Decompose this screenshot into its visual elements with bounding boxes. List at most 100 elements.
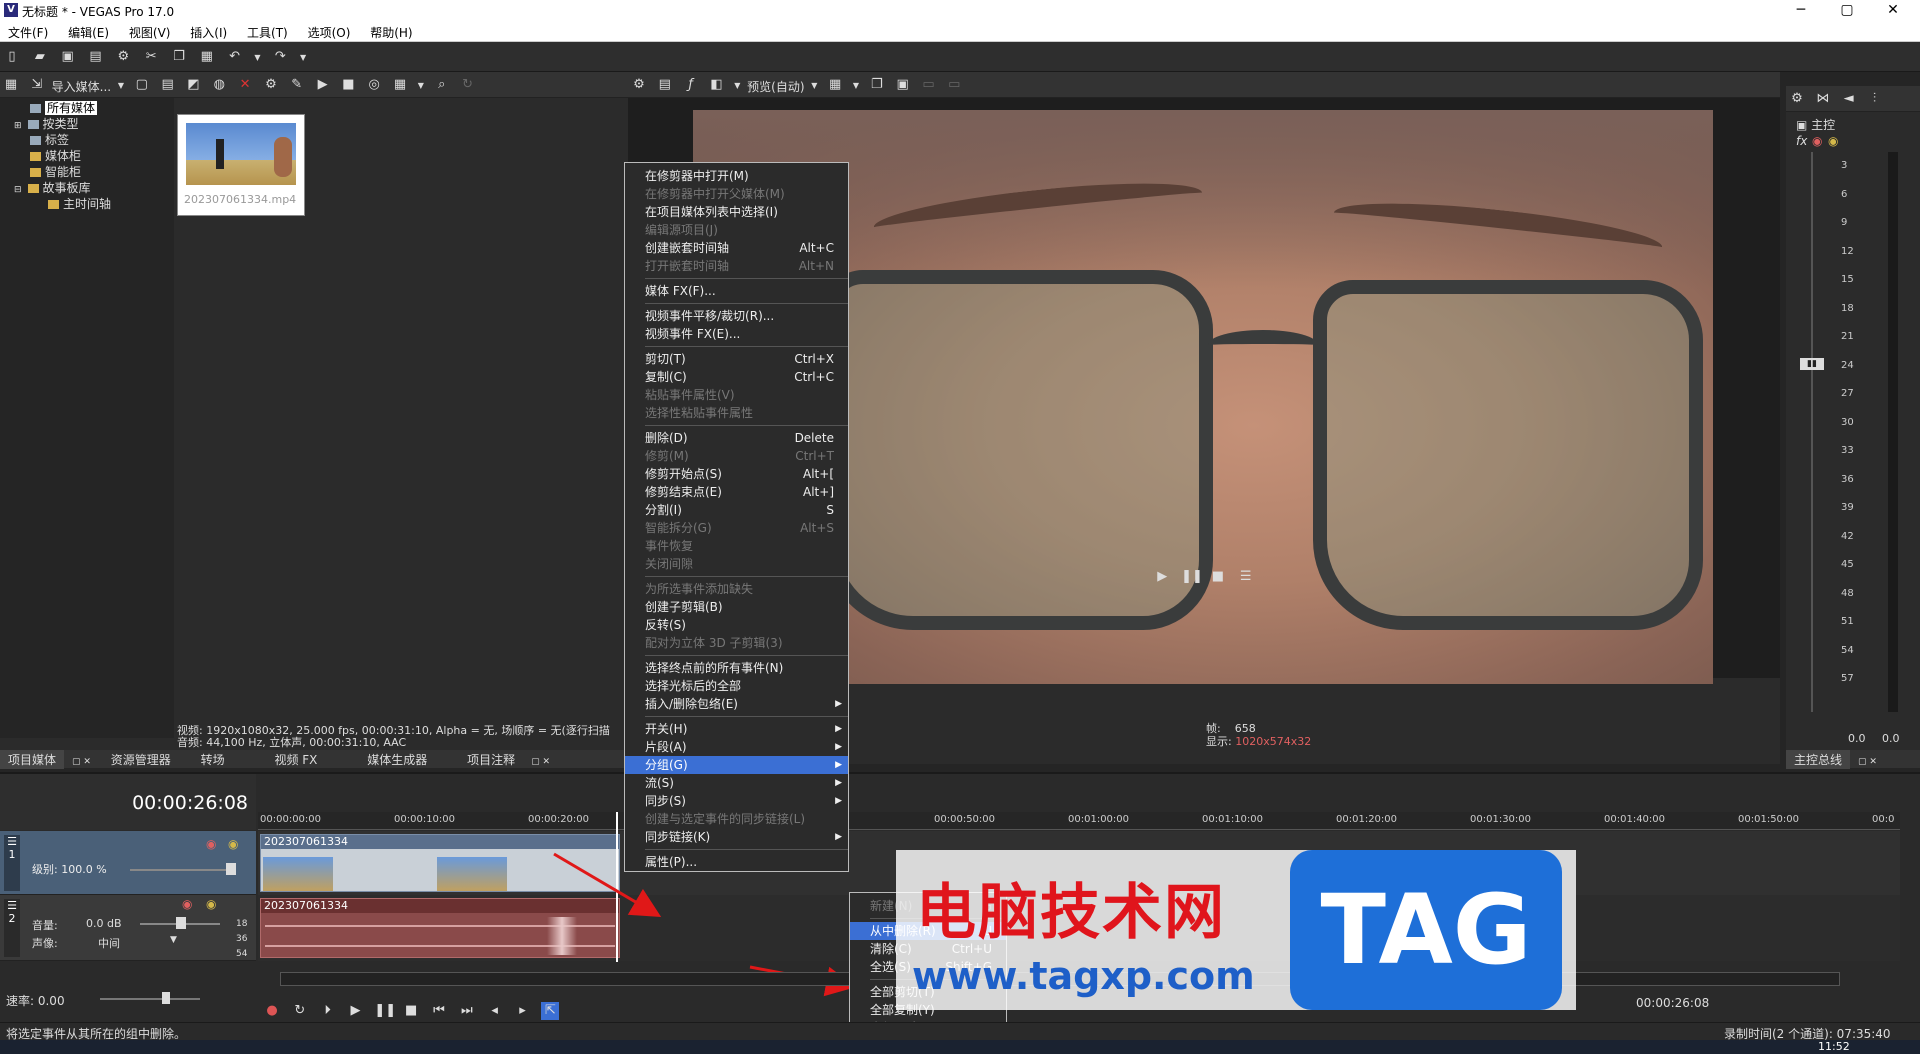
tree-item-tags[interactable]: 标签 bbox=[0, 132, 174, 148]
context-menu-item-10[interactable]: 视频事件 FX(E)... bbox=[625, 325, 848, 343]
audio-volume-handle[interactable] bbox=[176, 917, 186, 929]
master-settings-icon[interactable]: ⚙ bbox=[1788, 90, 1806, 108]
context-menu-item-31[interactable]: 选择终点前的所有事件(N) bbox=[625, 659, 848, 677]
notes-tab-close-icon[interactable]: ▢ ✕ bbox=[523, 756, 558, 768]
menu-edit[interactable]: 编辑(E) bbox=[60, 22, 117, 43]
audio-pan-handle[interactable]: ▼ bbox=[170, 935, 177, 945]
redo-icon[interactable]: ↷ bbox=[271, 48, 289, 66]
zoom-icon[interactable]: ⌕ bbox=[433, 76, 451, 94]
rate-slider[interactable] bbox=[100, 998, 200, 1000]
record-icon[interactable]: ● bbox=[263, 1002, 281, 1020]
context-menu-item-21[interactable]: 分割(I) S bbox=[625, 501, 848, 519]
paste-icon[interactable]: ▦ bbox=[198, 48, 216, 66]
play-preview-icon[interactable]: ▶ bbox=[314, 76, 332, 94]
copy-icon[interactable]: ❐ bbox=[170, 48, 188, 66]
tree-item-smart-bins[interactable]: 智能柜 bbox=[0, 164, 174, 180]
stop-icon[interactable]: ■ bbox=[402, 1002, 420, 1020]
tree-item-media-bins[interactable]: 媒体柜 bbox=[0, 148, 174, 164]
master-solo-icon[interactable]: ◉ bbox=[1828, 134, 1838, 148]
video-track-number[interactable]: ☰ 1 bbox=[4, 835, 20, 891]
preview-fx-icon[interactable]: ƒ bbox=[682, 76, 700, 94]
go-end-icon[interactable]: ⏭ bbox=[458, 1002, 476, 1020]
media-thumbnail[interactable]: 202307061334.mp4 bbox=[177, 114, 305, 216]
tree-item-main-timeline[interactable]: 主时间轴 bbox=[0, 196, 174, 212]
context-menu-item-4[interactable]: 创建嵌套时间轴 Alt+C bbox=[625, 239, 848, 257]
pause-icon[interactable]: ❚❚ bbox=[374, 1002, 396, 1020]
video-solo-icon[interactable]: ◉ bbox=[228, 837, 238, 851]
save-snapshot-icon[interactable]: ▣ bbox=[894, 76, 912, 94]
prev-frame-icon[interactable]: ◂ bbox=[486, 1002, 504, 1020]
settings-gear-icon[interactable]: ⚙ bbox=[114, 48, 132, 66]
view-mode-icon[interactable]: ▦ bbox=[391, 76, 409, 94]
maximize-button[interactable]: ▢ bbox=[1824, 0, 1870, 22]
context-menu-item-36[interactable]: 片段(A) ▶ bbox=[625, 738, 848, 756]
next-frame-icon[interactable]: ▸ bbox=[513, 1002, 531, 1020]
context-menu-item-38[interactable]: 流(S) ▶ bbox=[625, 774, 848, 792]
tab-pin-icon[interactable]: ▢ ✕ bbox=[64, 756, 99, 768]
close-button[interactable]: ✕ bbox=[1870, 0, 1916, 22]
master-mute-icon[interactable]: ◉ bbox=[1812, 134, 1822, 148]
menu-tools[interactable]: 工具(T) bbox=[239, 22, 296, 43]
menu-file[interactable]: 文件(F) bbox=[0, 22, 56, 43]
view-dropdown-icon[interactable]: ▼ bbox=[417, 77, 425, 95]
preview-stop-icon[interactable]: ■ bbox=[1209, 568, 1227, 586]
save-as-icon[interactable]: ▤ bbox=[86, 48, 104, 66]
master-fader-handle[interactable]: ▮▮ bbox=[1800, 358, 1824, 370]
master-mixer-icon[interactable]: ⫶ bbox=[1865, 90, 1883, 108]
delete-media-icon[interactable]: ✕ bbox=[236, 76, 254, 94]
context-menu-item-35[interactable]: 开关(H) ▶ bbox=[625, 720, 848, 738]
snapshot-extra-icon[interactable]: ▭ bbox=[919, 76, 937, 94]
context-menu-item-33[interactable]: 插入/删除包络(E) ▶ bbox=[625, 695, 848, 713]
audio-track-number[interactable]: ☰ 2 bbox=[4, 899, 20, 957]
preview-pause-icon[interactable]: ❚❚ bbox=[1181, 568, 1203, 586]
context-menu-item-17[interactable]: 删除(D) Delete bbox=[625, 429, 848, 447]
import-media-icon[interactable]: ⇲ bbox=[28, 76, 46, 94]
context-menu-item-2[interactable]: 在项目媒体列表中选择(I) bbox=[625, 203, 848, 221]
minimize-button[interactable]: ─ bbox=[1778, 0, 1824, 22]
play-icon[interactable]: ▶ bbox=[346, 1002, 364, 1020]
cut-icon[interactable]: ✂ bbox=[142, 48, 160, 66]
preview-play-icon[interactable]: ▶ bbox=[1153, 568, 1171, 586]
context-menu-item-39[interactable]: 同步(S) ▶ bbox=[625, 792, 848, 810]
new-file-icon[interactable]: ▯ bbox=[3, 48, 21, 66]
preview-properties-icon[interactable]: ⚙ bbox=[630, 76, 648, 94]
context-menu-item-9[interactable]: 视频事件平移/裁切(R)... bbox=[625, 307, 848, 325]
tab-master-bus[interactable]: 主控总线 bbox=[1786, 750, 1851, 769]
save-icon[interactable]: ▣ bbox=[59, 48, 77, 66]
tab-video-fx[interactable]: 视频 FX bbox=[266, 750, 325, 769]
preview-quality-select[interactable]: 预览(自动) bbox=[747, 78, 804, 95]
tab-explorer[interactable]: 资源管理器 bbox=[103, 750, 179, 769]
context-menu-item-41[interactable]: 同步链接(K) ▶ bbox=[625, 828, 848, 846]
undo-icon[interactable]: ↶ bbox=[226, 48, 244, 66]
tab-media-generators[interactable]: 媒体生成器 bbox=[359, 750, 435, 769]
overlays-grid-icon[interactable]: ▦ bbox=[826, 76, 844, 94]
rate-handle[interactable] bbox=[162, 992, 170, 1004]
overlays-dropdown-icon[interactable]: ▼ bbox=[852, 77, 860, 95]
tab-transitions[interactable]: 转场 bbox=[193, 750, 233, 769]
auto-preview-icon[interactable]: ◎ bbox=[365, 76, 383, 94]
copy-snapshot-icon[interactable]: ❐ bbox=[868, 76, 886, 94]
go-start-icon[interactable]: ⏮ bbox=[430, 1002, 448, 1020]
import-media-button[interactable]: 导入媒体... bbox=[52, 78, 111, 95]
quality-dropdown-icon[interactable]: ▼ bbox=[810, 77, 818, 95]
menu-help[interactable]: 帮助(H) bbox=[362, 22, 420, 43]
audio-solo-icon[interactable]: ◉ bbox=[206, 897, 216, 911]
preview-menu-icon[interactable]: ☰ bbox=[1237, 568, 1255, 586]
get-media-icon[interactable]: ▤ bbox=[159, 76, 177, 94]
master-fx-icon[interactable]: fx bbox=[1796, 134, 1807, 148]
timeline-ruler[interactable]: 00:00:00:00 00:00:10:00 00:00:20:00 00:00:5… bbox=[258, 812, 1900, 830]
tag-icon[interactable]: ✎ bbox=[288, 76, 306, 94]
context-menu-item-19[interactable]: 修剪开始点(S) Alt+[ bbox=[625, 465, 848, 483]
menu-view[interactable]: 视图(V) bbox=[121, 22, 179, 43]
context-menu-item-0[interactable]: 在修剪器中打开(M) bbox=[625, 167, 848, 185]
context-menu-item-12[interactable]: 剪切(T) Ctrl+X bbox=[625, 350, 848, 368]
play-from-start-icon[interactable]: ⏵ bbox=[319, 1002, 337, 1020]
audio-mute-icon[interactable]: ◉ bbox=[182, 897, 192, 911]
stop-preview-icon[interactable]: ■ bbox=[339, 76, 357, 94]
tab-project-media[interactable]: 项目媒体 bbox=[0, 750, 65, 769]
refresh-icon[interactable]: ↻ bbox=[459, 76, 477, 94]
menu-insert[interactable]: 插入(I) bbox=[182, 22, 235, 43]
redo-dropdown-icon[interactable]: ▼ bbox=[299, 49, 307, 67]
undo-dropdown-icon[interactable]: ▼ bbox=[253, 49, 261, 67]
import-dropdown-icon[interactable]: ▼ bbox=[117, 77, 125, 95]
